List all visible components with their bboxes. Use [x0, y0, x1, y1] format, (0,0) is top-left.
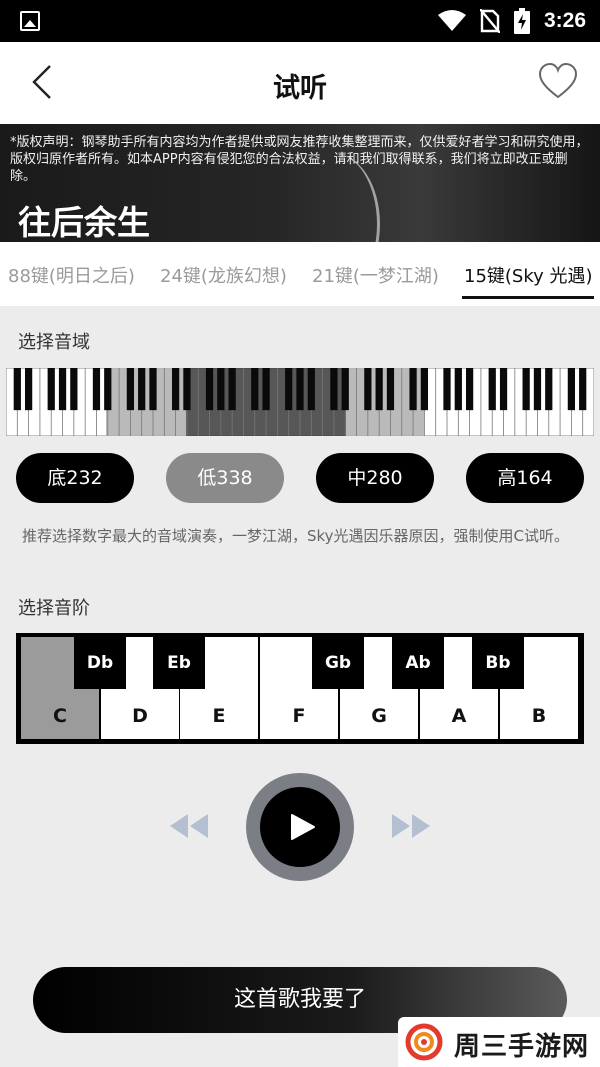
scale-key-label: A [451, 705, 467, 727]
black-key [92, 368, 101, 411]
black-key [149, 368, 157, 411]
black-key [545, 368, 553, 411]
black-key [307, 368, 315, 411]
copyright-notice: *版权声明：钢琴助手所有内容均为作者提供或网友推荐收集整理而来，仅供爱好者学习和… [10, 135, 589, 184]
black-key [285, 368, 293, 411]
black-key [579, 368, 587, 411]
scale-key-label: C [53, 705, 67, 727]
black-key [488, 368, 496, 411]
black-key [522, 368, 530, 411]
black-key [341, 368, 349, 411]
site-watermark: 周三手游网 [398, 1017, 600, 1067]
range-keyboard[interactable] [6, 368, 594, 436]
play-icon [291, 814, 315, 840]
fast-forward-icon[interactable] [390, 812, 432, 840]
scale-key-label: B [531, 705, 547, 727]
black-key [47, 368, 55, 411]
wifi-icon [437, 10, 466, 31]
scale-key-ab[interactable]: Ab [392, 637, 444, 689]
black-key [138, 368, 146, 411]
watermark-logo-icon [405, 1023, 443, 1061]
black-key [24, 368, 33, 411]
keyboard-tabs: 88键(明日之后) 24键(龙族幻想) 21键(一梦江湖) 15键(Sky 光遇… [0, 242, 600, 306]
black-key [228, 368, 236, 411]
black-key [126, 368, 135, 411]
black-key [443, 368, 451, 411]
black-key [364, 368, 372, 411]
no-sim-icon [479, 9, 500, 33]
scale-key-db[interactable]: Db [74, 637, 126, 689]
favorite-heart-icon[interactable] [538, 62, 578, 102]
black-key [205, 368, 214, 411]
black-key [70, 368, 78, 411]
clock: 3:26 [543, 9, 586, 32]
black-key [420, 368, 429, 411]
battery-charging-icon [513, 8, 530, 34]
app-header: 试听 [0, 42, 600, 124]
watermark-text: 周三手游网 [454, 1032, 590, 1062]
range-option-bottom[interactable]: 底232 [16, 453, 134, 503]
black-key [296, 368, 304, 411]
black-key [330, 368, 338, 411]
scale-key-eb[interactable]: Eb [153, 637, 205, 689]
black-key [499, 368, 508, 411]
tab-15-keys[interactable]: 15键(Sky 光遇) [464, 262, 593, 288]
black-key [567, 368, 576, 411]
range-hint: 推荐选择数字最大的音域演奏，一梦江湖，Sky光遇因乐器原因，强制使用C试听。 [22, 527, 570, 545]
play-button[interactable] [246, 773, 354, 881]
black-key [262, 368, 270, 411]
black-key [465, 368, 474, 411]
tab-24-keys[interactable]: 24键(龙族幻想) [160, 262, 287, 288]
black-key [409, 368, 417, 411]
status-bar: 3:26 [0, 0, 600, 42]
range-option-low[interactable]: 低338 [166, 453, 284, 503]
scale-key-gb[interactable]: Gb [312, 637, 364, 689]
scale-key-label: G [371, 705, 387, 727]
scale-key-label: E [212, 705, 226, 727]
black-key [171, 368, 180, 411]
page-title: 试听 [273, 73, 327, 104]
rewind-icon[interactable] [168, 812, 210, 840]
scale-section-label: 选择音阶 [18, 598, 90, 619]
black-key [58, 368, 67, 411]
black-key [183, 368, 191, 411]
black-key [217, 368, 225, 411]
black-key [533, 368, 542, 411]
tab-21-keys[interactable]: 21键(一梦江湖) [312, 262, 439, 288]
range-option-middle[interactable]: 中280 [316, 453, 434, 503]
scale-keyboard: C D E F G A B Db Eb Gb Ab Bb [16, 633, 584, 744]
black-key [13, 368, 21, 411]
black-key [375, 368, 383, 411]
scale-key-label: F [292, 705, 306, 727]
range-option-high[interactable]: 高164 [466, 453, 584, 503]
play-button-core [260, 787, 340, 867]
black-key [251, 368, 259, 411]
scale-key-label: D [132, 705, 148, 727]
tab-88-keys[interactable]: 88键(明日之后) [8, 262, 135, 288]
black-key [454, 368, 462, 411]
black-key [386, 368, 395, 411]
range-section-label: 选择音域 [18, 332, 90, 353]
scale-key-bb[interactable]: Bb [472, 637, 524, 689]
image-notification-icon [20, 11, 40, 31]
song-title: 往后余生 [18, 203, 150, 242]
active-tab-indicator [462, 296, 594, 299]
black-key [104, 368, 112, 411]
